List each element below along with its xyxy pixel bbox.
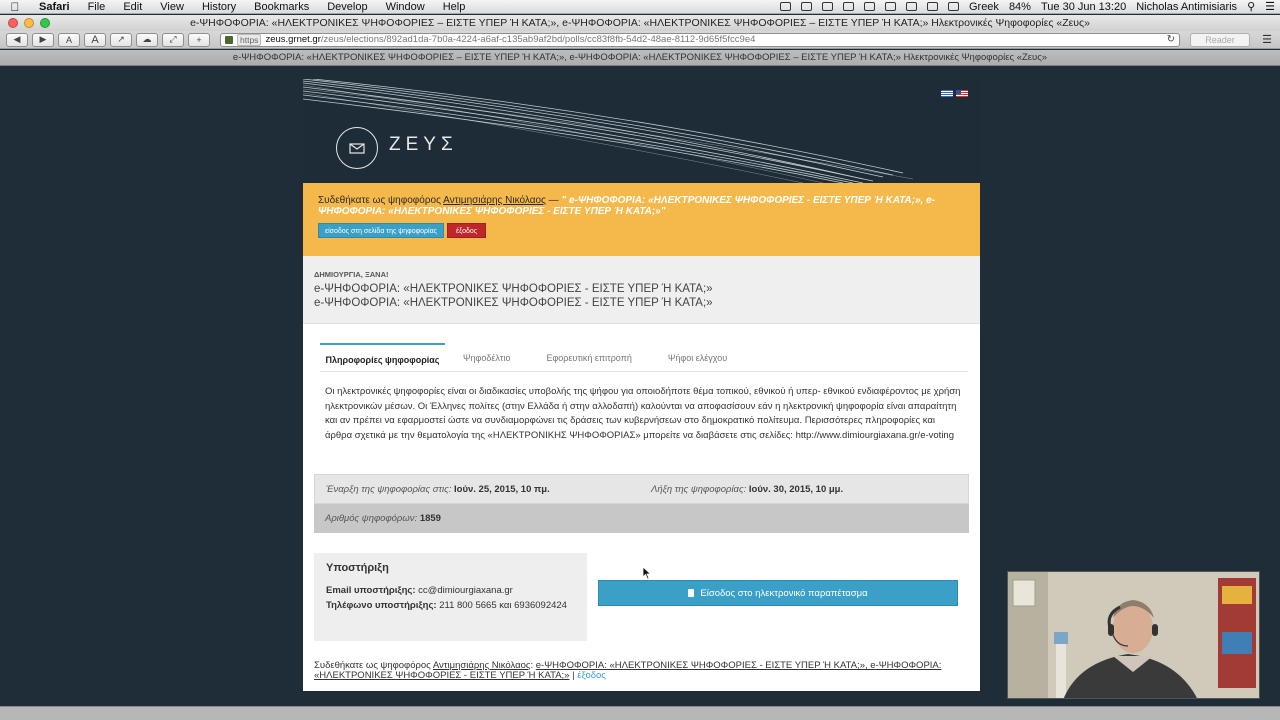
mac-menubar:  Safari File Edit View History Bookmark… — [0, 0, 1280, 14]
support-email-value[interactable]: cc@dimiourgiaxana.gr — [418, 585, 513, 596]
logout-button[interactable]: έξοδος — [447, 223, 487, 238]
poll-description: Οι ηλεκτρονικές ψηφοφορίες είναι οι διαδ… — [325, 386, 961, 441]
apple-menu-icon[interactable]:  — [0, 0, 30, 14]
zoom-window-button[interactable] — [40, 18, 50, 28]
enter-voting-booth-button[interactable]: Είσοδος στο ηλεκτρονικό παραπέτασμα — [598, 580, 958, 606]
screen-icon[interactable] — [779, 2, 791, 11]
battery-percent[interactable]: 84% — [1004, 1, 1036, 13]
poll-title-line2: e-ΨΗΦΟΦΟΡΙΑ: «ΗΛΕΚΤΡΟΝΙΚΕΣ ΨΗΦΟΦΟΡΙΕΣ - … — [314, 297, 713, 309]
shield-icon[interactable] — [842, 2, 854, 11]
text-bigger-button[interactable]: A — [84, 32, 106, 47]
reload-icon[interactable]: ↻ — [1167, 34, 1175, 45]
address-bar[interactable]: https zeus.grnet.gr /zeus/elections/892a… — [220, 32, 1180, 47]
voters-count-row: Αριθμός ψηφοφόρων: 1859 — [314, 504, 969, 533]
text-smaller-button[interactable]: A — [58, 32, 80, 47]
back-button[interactable]: ◀ — [6, 32, 28, 47]
time-machine-icon[interactable] — [884, 2, 896, 11]
support-phone-label: Τηλέφωνο υποστήριξης: — [326, 599, 437, 611]
menu-view[interactable]: View — [151, 1, 193, 13]
support-heading: Υποστήριξη — [326, 562, 389, 574]
window-titlebar: e-ΨΗΦΟΦΟΡΙΑ: «ΗΛΕΚΤΡΟΝΙΚΕΣ ΨΗΦΟΦΟΡΙΕΣ – … — [0, 15, 1280, 31]
page-footer: Συδεθήκατε ως ψηφοφόρος Αντιμησιάρης Νικ… — [314, 661, 964, 681]
voters-value: 1859 — [419, 513, 441, 524]
menu-history[interactable]: History — [193, 1, 245, 13]
start-value: Ιούν. 25, 2015, 10 πμ. — [454, 483, 550, 495]
webcam-overlay — [1007, 571, 1260, 699]
clock[interactable]: Tue 30 Jun 13:20 — [1036, 1, 1131, 13]
sidebar-icon[interactable]: ☰ — [1260, 33, 1274, 47]
start-label: Έναρξη της ψηφοφορίας στις: — [326, 483, 452, 495]
sync-icon[interactable] — [800, 2, 812, 11]
poll-tabs: Πληροφορίες ψηφοφορίας Ψηφοδέλτιο Εφορευ… — [320, 343, 745, 371]
forward-button[interactable]: ▶ — [32, 32, 54, 47]
menu-app[interactable]: Safari — [30, 1, 79, 13]
user-name[interactable]: Nicholas Antimisiaris — [1131, 1, 1242, 13]
ballot-box-logo-icon[interactable] — [336, 127, 378, 169]
spotlight-icon[interactable]: ⚲ — [1242, 0, 1260, 13]
notification-center-icon[interactable]: ☰ — [1260, 0, 1280, 13]
close-window-button[interactable] — [8, 18, 18, 28]
end-value: Ιούν. 30, 2015, 10 μμ. — [748, 483, 844, 495]
english-flag-icon[interactable] — [956, 90, 968, 97]
menu-file[interactable]: File — [79, 1, 115, 13]
menu-help[interactable]: Help — [434, 1, 475, 13]
minimize-window-button[interactable] — [24, 18, 34, 28]
browser-tab[interactable]: e-ΨΗΦΟΦΟΡΙΑ: «ΗΛΕΚΤΡΟΝΙΚΕΣ ΨΗΦΟΦΟΡΙΕΣ – … — [0, 50, 1280, 66]
new-tab-button[interactable]: + — [188, 32, 210, 47]
menu-develop[interactable]: Develop — [318, 1, 376, 13]
fullscreen-icon[interactable]: ⤢ — [162, 32, 184, 47]
browser-toolbar: ◀ ▶ A A ↗ ☁ ⤢ + https zeus.grnet.gr /zeu… — [0, 31, 1280, 49]
page-content: ΖΕΥΣ Συδεθήκατε ως ψηφοφόρος Αντιμησιάρη… — [303, 79, 980, 691]
banner-voter-link[interactable]: Αντιμησιάρης Νικόλαος — [443, 195, 546, 206]
poll-dates-row: Έναρξη της ψηφοφορίας στις: Ιούν. 25, 20… — [314, 474, 969, 504]
footer-separator: | — [572, 670, 575, 681]
bluetooth-icon[interactable] — [905, 2, 917, 11]
window-bottom-bar — [0, 706, 1280, 720]
support-email-label: Email υποστήριξης: — [326, 585, 416, 596]
wifi-icon[interactable] — [926, 2, 938, 11]
reader-button[interactable]: Reader — [1190, 32, 1250, 47]
organization-name: ΔΗΜΙΟΥΡΓΙΑ, ΞΑΝΑ! — [314, 270, 389, 279]
header-lines-decoration — [303, 79, 914, 183]
footer-logout-link[interactable]: έξοδος — [577, 670, 606, 681]
booth-icon — [688, 589, 695, 597]
vote-page-button[interactable]: είσοδος στη σελίδα της ψηφοφορίας — [318, 223, 444, 238]
tabs-divider — [320, 371, 968, 372]
banner-separator: — — [548, 195, 559, 206]
share-icon[interactable]: ↗ — [110, 32, 132, 47]
site-header: ΖΕΥΣ — [303, 79, 980, 183]
url-scheme: https — [237, 33, 262, 46]
icloud-icon[interactable]: ☁ — [136, 32, 158, 47]
window-title: e-ΨΗΦΟΦΟΡΙΑ: «ΗΛΕΚΤΡΟΝΙΚΕΣ ΨΗΦΟΦΟΡΙΕΣ – … — [190, 17, 1090, 29]
url-host: zeus.grnet.gr — [265, 34, 321, 45]
dropbox-icon[interactable] — [821, 2, 833, 11]
tab-ballot[interactable]: Ψηφοδέλτιο — [445, 343, 528, 371]
mouse-cursor-icon — [642, 566, 652, 580]
enter-voting-booth-label: Είσοδος στο ηλεκτρονικό παραπέτασμα — [700, 587, 868, 599]
url-path: /zeus/elections/892ad1da-7b0a-4224-a6af-… — [320, 34, 756, 45]
brand-name[interactable]: ΖΕΥΣ — [389, 134, 458, 156]
input-language[interactable]: Greek — [964, 1, 1004, 13]
menu-bookmarks[interactable]: Bookmarks — [245, 1, 318, 13]
volume-icon[interactable] — [947, 2, 959, 11]
menu-edit[interactable]: Edit — [114, 1, 151, 13]
banner-prefix: Συδεθήκατε ως ψηφοφόρος — [318, 195, 441, 206]
end-label: Λήξη της ψηφοφορίας: — [651, 483, 747, 495]
tab-audit-votes[interactable]: Ψήφοι ελέγχου — [650, 343, 745, 371]
greek-flag-icon[interactable] — [941, 90, 953, 97]
support-phone-value: 211 800 5665 και 6936092424 — [439, 599, 567, 611]
site-favicon-icon — [225, 35, 233, 44]
banner-text: Συδεθήκατε ως ψηφοφόρος Αντιμησιάρης Νικ… — [318, 195, 965, 217]
voter-banner: Συδεθήκατε ως ψηφοφόρος Αντιμησιάρης Νικ… — [303, 183, 980, 256]
tab-poll-info[interactable]: Πληροφορίες ψηφοφορίας — [320, 343, 445, 371]
menu-window[interactable]: Window — [377, 1, 434, 13]
voters-label: Αριθμός ψηφοφόρων: — [325, 513, 418, 524]
display-icon[interactable] — [863, 2, 875, 11]
poll-header: ΔΗΜΙΟΥΡΓΙΑ, ΞΑΝΑ! e-ΨΗΦΟΦΟΡΙΑ: «ΗΛΕΚΤΡΟΝ… — [303, 256, 980, 324]
poll-title-line1: e-ΨΗΦΟΦΟΡΙΑ: «ΗΛΕΚΤΡΟΝΙΚΕΣ ΨΗΦΟΦΟΡΙΕΣ - … — [314, 283, 713, 295]
tab-committee[interactable]: Εφορευτική επιτροπή — [528, 343, 649, 371]
support-box: Υποστήριξη Email υποστήριξης: cc@dimiour… — [314, 553, 587, 641]
